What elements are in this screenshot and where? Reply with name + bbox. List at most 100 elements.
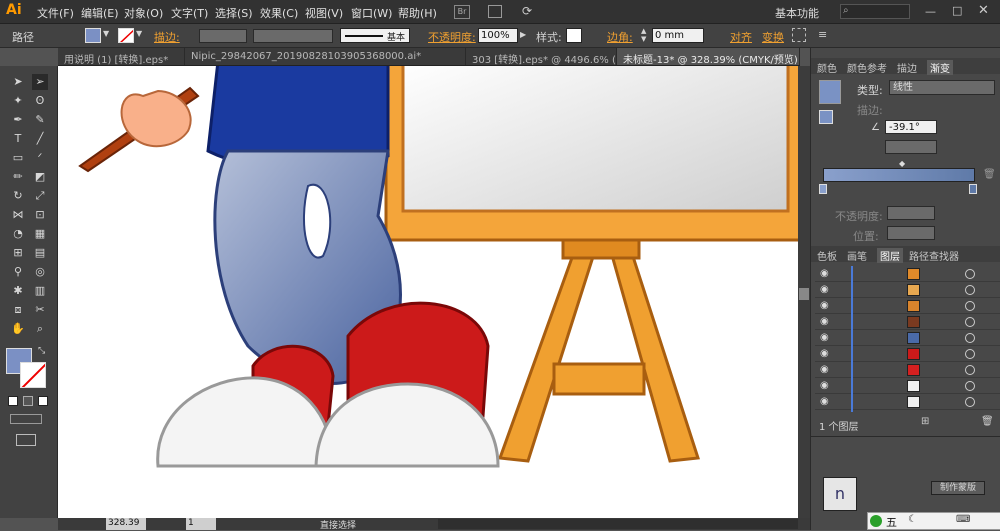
tab-document-1[interactable]: 用说明 (1) [转换].eps*: [58, 48, 185, 65]
menu-edit[interactable]: 编辑(E): [81, 5, 119, 21]
target-circle-icon[interactable]: [965, 317, 975, 327]
mesh-tool-icon[interactable]: ⊞: [10, 245, 26, 261]
sogou-logo-icon[interactable]: [870, 515, 882, 527]
tab-gradient[interactable]: 渐变: [927, 60, 953, 75]
target-circle-icon[interactable]: [965, 269, 975, 279]
visibility-eye-icon[interactable]: ◉: [820, 284, 832, 296]
make-mask-button[interactable]: 制作蒙版: [931, 481, 985, 495]
layer-row[interactable]: ◉: [815, 314, 1000, 330]
stroke-dropdown-icon[interactable]: ▼: [136, 29, 142, 38]
variable-width-field[interactable]: [253, 29, 333, 43]
curvature-tool-icon[interactable]: ✎: [32, 112, 48, 128]
scale-tool-icon[interactable]: ⤢: [32, 188, 48, 204]
sync-settings-icon[interactable]: ⟳: [522, 4, 532, 18]
magic-wand-tool-icon[interactable]: ✦: [10, 93, 26, 109]
minimize-button[interactable]: —: [925, 5, 936, 18]
horizontal-scrollbar[interactable]: [438, 519, 798, 529]
keyboard-icon[interactable]: ⌨: [956, 514, 970, 525]
corner-stepper-icon[interactable]: ▲ ▼: [641, 27, 646, 43]
target-circle-icon[interactable]: [965, 381, 975, 391]
stroke-color-box[interactable]: [20, 362, 46, 388]
stroke-swatch[interactable]: [118, 28, 134, 43]
menu-select[interactable]: 选择(S): [215, 5, 253, 21]
visibility-eye-icon[interactable]: ◉: [820, 316, 832, 328]
arrange-documents-icon[interactable]: [488, 5, 502, 18]
layer-row[interactable]: ◉: [815, 298, 1000, 314]
layer-row[interactable]: ◉: [815, 266, 1000, 282]
panel-menu-icon[interactable]: ≡: [818, 28, 827, 41]
tab-pathfinder[interactable]: 路径查找器: [909, 248, 959, 263]
menu-file[interactable]: 文件(F): [37, 5, 74, 21]
tab-document-2[interactable]: Nipic_29842067_20190828103905368000.ai*: [185, 48, 466, 65]
artwork[interactable]: [58, 66, 798, 518]
stroke-label[interactable]: 描边:: [154, 29, 180, 45]
stop-location-field[interactable]: [887, 226, 935, 240]
align-label[interactable]: 对齐: [730, 29, 752, 45]
search-input[interactable]: ⌕: [840, 4, 910, 19]
delete-stop-icon[interactable]: 🗑: [983, 169, 996, 180]
pencil-tool-icon[interactable]: ✏: [10, 169, 26, 185]
gradient-tool-icon[interactable]: ▤: [32, 245, 48, 261]
gradient-preview-swatch[interactable]: [819, 80, 841, 104]
stop-opacity-field[interactable]: [887, 206, 935, 220]
hand-tool-icon[interactable]: ✋: [10, 321, 26, 337]
layer-row[interactable]: ◉: [815, 394, 1000, 410]
layer-row[interactable]: ◉: [815, 362, 1000, 378]
target-circle-icon[interactable]: [965, 333, 975, 343]
layer-row[interactable]: ◉: [815, 282, 1000, 298]
tab-color[interactable]: 颜色: [817, 60, 837, 75]
zoom-level-field[interactable]: 328.39: [106, 518, 146, 530]
menu-effect[interactable]: 效果(C): [260, 5, 298, 21]
rotate-tool-icon[interactable]: ↻: [10, 188, 26, 204]
artboard-number-field[interactable]: 1: [186, 518, 216, 530]
new-layer-icon[interactable]: ⊞: [921, 416, 929, 427]
gradient-type-select[interactable]: 线性: [889, 80, 995, 95]
angle-field[interactable]: -39.1°: [885, 120, 937, 134]
delete-layer-icon[interactable]: 🗑: [981, 416, 994, 427]
visibility-eye-icon[interactable]: ◉: [820, 396, 832, 408]
graphic-style-swatch[interactable]: [566, 28, 582, 43]
gradient-slider[interactable]: [823, 168, 975, 182]
zoom-tool-icon[interactable]: ⌕: [32, 321, 48, 337]
line-tool-icon[interactable]: ╱: [32, 131, 48, 147]
layer-row[interactable]: ◉: [815, 346, 1000, 362]
swap-fill-stroke-icon[interactable]: ⤡: [38, 346, 45, 356]
menu-type[interactable]: 文字(T): [171, 5, 208, 21]
layer-row[interactable]: ◉: [815, 378, 1000, 394]
stroke-weight-field[interactable]: [199, 29, 247, 43]
direct-selection-tool-icon[interactable]: ➢: [32, 74, 48, 90]
fill-dropdown-icon[interactable]: ▼: [103, 29, 109, 38]
type-tool-icon[interactable]: T: [10, 131, 26, 147]
scrollbar-thumb[interactable]: [799, 288, 809, 300]
tab-color-guide[interactable]: 颜色参考: [847, 60, 887, 75]
menu-object[interactable]: 对象(O): [124, 5, 163, 21]
opacity-dropdown-icon[interactable]: ▶: [520, 30, 526, 39]
maximize-button[interactable]: □: [952, 4, 962, 17]
bridge-icon[interactable]: Br: [454, 5, 470, 19]
column-graph-tool-icon[interactable]: ▥: [32, 283, 48, 299]
artboard-tool-icon[interactable]: ⧈: [10, 302, 26, 318]
none-mode-icon[interactable]: [38, 396, 48, 406]
pen-tool-icon[interactable]: ✒: [10, 112, 26, 128]
gradient-stop-right[interactable]: [969, 184, 977, 194]
corner-label[interactable]: 边角:: [607, 29, 633, 45]
isolate-group-icon[interactable]: [792, 28, 806, 42]
perspective-grid-tool-icon[interactable]: ▦: [32, 226, 48, 242]
target-circle-icon[interactable]: [965, 397, 975, 407]
target-circle-icon[interactable]: [965, 301, 975, 311]
menu-view[interactable]: 视图(V): [305, 5, 343, 21]
tab-document-active[interactable]: 未标题-13* @ 328.39% (CMYK/预览): [617, 48, 800, 65]
paintbrush-tool-icon[interactable]: ᐟ: [32, 150, 48, 166]
color-mode-icon[interactable]: [8, 396, 18, 406]
width-tool-icon[interactable]: ⋈: [10, 207, 26, 223]
close-button[interactable]: ✕: [978, 3, 989, 18]
eyedropper-tool-icon[interactable]: ⚲: [10, 264, 26, 280]
tab-swatches[interactable]: 色板: [817, 248, 837, 263]
blend-tool-icon[interactable]: ◎: [32, 264, 48, 280]
shape-builder-tool-icon[interactable]: ◔: [10, 226, 26, 242]
vertical-scrollbar[interactable]: [798, 66, 810, 518]
layer-row[interactable]: ◉: [815, 330, 1000, 346]
visibility-eye-icon[interactable]: ◉: [820, 300, 832, 312]
target-circle-icon[interactable]: [965, 349, 975, 359]
lasso-tool-icon[interactable]: ʘ: [32, 93, 48, 109]
